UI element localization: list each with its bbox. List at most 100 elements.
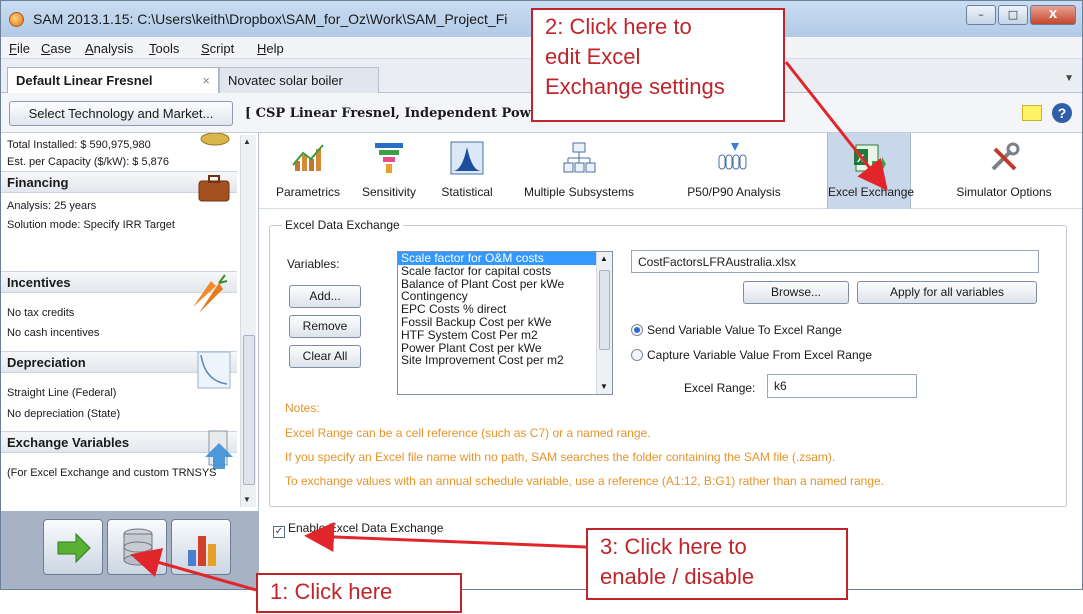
results-button[interactable] [171, 519, 231, 575]
list-item[interactable]: Site Improvement Cost per m2 [398, 354, 612, 367]
list-item[interactable]: Fossil Backup Cost per kWe [398, 316, 612, 329]
variables-listbox[interactable]: Scale factor for O&M costs Scale factor … [397, 251, 613, 395]
configuration-label: [ CSP Linear Fresnel, Independent Power … [245, 106, 561, 121]
page-margin [0, 590, 1083, 614]
tab-default-linear-fresnel[interactable]: Default Linear Fresnel × [7, 67, 219, 93]
enable-excel-exchange-checkbox[interactable]: ✓ Enable Excel Data Exchange [273, 521, 443, 538]
tool-parametrics[interactable]: Parametrics [267, 133, 349, 209]
cash-incentives-summary: No cash incentives [7, 327, 100, 339]
sidebar-action-bar [1, 511, 259, 589]
notes-title: Notes: [285, 401, 320, 415]
tab-novatec-solar-boiler[interactable]: Novatec solar boiler [219, 67, 379, 93]
analysis-toolbar: Parametrics Sensitivity Statistical Mult… [259, 133, 1082, 209]
sidebar-scrollbar[interactable]: ▲ ▼ [240, 135, 256, 507]
menu-tools[interactable]: Tools [149, 41, 179, 56]
multiple-subsystems-icon [563, 142, 596, 173]
scroll-up-icon[interactable]: ▲ [243, 137, 251, 146]
briefcase-icon [198, 175, 230, 202]
tool-p50-p90[interactable]: P50/P90 Analysis [679, 133, 789, 209]
window-controls: – □ X [966, 5, 1076, 25]
window-title: SAM 2013.1.15: C:\Users\keith\Dropbox\SA… [33, 11, 508, 27]
list-item[interactable]: HTF System Cost Per m2 [398, 328, 612, 342]
tool-sensitivity[interactable]: Sensitivity [351, 133, 427, 209]
p50-p90-icon [718, 143, 747, 170]
note-line: To exchange values with an annual schedu… [285, 474, 885, 488]
radio-button[interactable] [631, 324, 643, 336]
tool-excel-exchange[interactable]: X Excel Exchange [827, 133, 914, 209]
menu-script[interactable]: Script [201, 41, 234, 56]
apply-all-variables-button[interactable]: Apply for all variables [857, 281, 1037, 304]
capture-value-radio[interactable]: Capture Variable Value From Excel Range [631, 348, 872, 362]
maximize-button[interactable]: □ [998, 5, 1028, 25]
callout-click-here: 1: Click here [256, 573, 462, 613]
excel-range-input[interactable]: k6 [767, 374, 917, 398]
listbox-scrollbar[interactable]: ▲ ▼ [596, 252, 612, 394]
note-line: Excel Range can be a cell reference (suc… [285, 426, 651, 440]
statistical-icon [450, 141, 484, 175]
close-button[interactable]: X [1030, 5, 1076, 25]
excel-range-label: Excel Range: [684, 381, 756, 395]
carrot-icon [193, 274, 228, 313]
menu-analysis[interactable]: Analysis [85, 41, 133, 56]
menu-file[interactable]: File [9, 41, 30, 56]
tab-menu-chevron-icon[interactable]: ▼ [1064, 73, 1074, 84]
callout-edit-excel-exchange: 2: Click here to edit Excel Exchange set… [531, 8, 785, 122]
group-title: Excel Data Exchange [282, 218, 403, 232]
database-icon [123, 528, 153, 566]
excel-exchange-icon: X [854, 144, 886, 172]
add-variable-button[interactable]: Add... [289, 285, 361, 308]
select-technology-button[interactable]: Select Technology and Market... [9, 101, 233, 126]
input-pages-sidebar: Total Installed: $ 590,975,980 Est. per … [1, 133, 259, 511]
tab-label: Novatec solar boiler [228, 73, 343, 88]
list-item[interactable]: Scale factor for O&M costs [398, 252, 612, 265]
minimize-button[interactable]: – [966, 5, 996, 25]
variables-label: Variables: [287, 257, 340, 271]
tool-statistical[interactable]: Statistical [429, 133, 505, 209]
help-icon[interactable]: ? [1052, 103, 1072, 123]
solution-mode: Solution mode: Specify IRR Target [7, 219, 175, 231]
sensitivity-icon [375, 143, 403, 173]
exchange-variables-icon [205, 430, 233, 469]
note-line: If you specify an Excel file name with n… [285, 450, 836, 464]
depreciation-chart-icon [197, 351, 231, 389]
menu-help[interactable]: Help [257, 41, 284, 56]
simulate-button[interactable] [43, 519, 103, 575]
scroll-up-icon[interactable]: ▲ [600, 254, 608, 263]
tab-label: Default Linear Fresnel [16, 73, 153, 88]
excel-file-input[interactable]: CostFactorsLFRAustralia.xlsx [631, 250, 1039, 273]
database-button[interactable] [107, 519, 167, 575]
menu-case[interactable]: Case [41, 41, 71, 56]
money-icon [200, 133, 230, 146]
state-depreciation: No depreciation (State) [7, 408, 121, 420]
svg-text:X: X [857, 153, 865, 165]
browse-button[interactable]: Browse... [743, 281, 849, 304]
main-panel: Parametrics Sensitivity Statistical Mult… [259, 133, 1082, 589]
cost-per-capacity: Est. per Capacity ($/kW): $ 5,876 [7, 156, 170, 168]
parametrics-icon [292, 144, 324, 171]
tool-multiple-subsystems[interactable]: Multiple Subsystems [515, 133, 643, 209]
sidebar-scroll-thumb[interactable] [243, 335, 255, 485]
green-arrow-icon [57, 532, 91, 564]
analysis-period: Analysis: 25 years [7, 200, 97, 212]
scroll-down-icon[interactable]: ▼ [600, 382, 608, 391]
clear-all-button[interactable]: Clear All [289, 345, 361, 368]
tab-close-icon[interactable]: × [202, 73, 210, 88]
tool-simulator-options[interactable]: Simulator Options [939, 133, 1069, 209]
list-item[interactable]: Scale factor for capital costs [398, 264, 612, 278]
federal-depreciation: Straight Line (Federal) [7, 387, 117, 399]
exchange-variables-note: (For Excel Exchange and custom TRNSYS [7, 467, 217, 479]
sidebar-item-exchange-variables[interactable]: Exchange Variables [1, 431, 237, 453]
simulator-options-icon [991, 142, 1020, 171]
scroll-down-icon[interactable]: ▼ [243, 495, 251, 504]
total-installed-cost: Total Installed: $ 590,975,980 [7, 139, 151, 151]
send-value-radio[interactable]: Send Variable Value To Excel Range [631, 323, 842, 337]
sam-app-icon [9, 12, 24, 27]
listbox-scroll-thumb[interactable] [599, 270, 610, 350]
radio-button[interactable] [631, 349, 643, 361]
tax-credits-summary: No tax credits [7, 307, 75, 319]
remove-variable-button[interactable]: Remove [289, 315, 361, 338]
callout-enable-disable: 3: Click here to enable / disable [586, 528, 848, 600]
notes-icon[interactable] [1022, 105, 1042, 121]
checkbox-checked-icon[interactable]: ✓ [273, 526, 285, 538]
bar-chart-icon [188, 536, 216, 566]
